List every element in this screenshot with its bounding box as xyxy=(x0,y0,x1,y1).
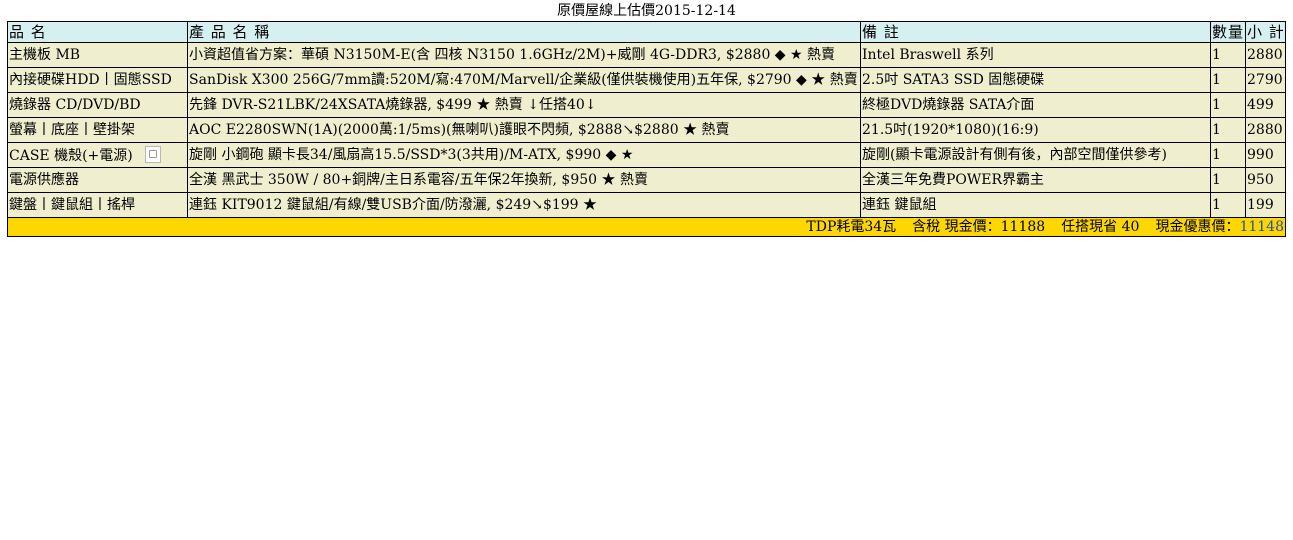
tax-cash-price: 含稅 現金價：11188 xyxy=(912,219,1046,235)
table-row: 主機板 MB 小資超值省方案：華碩 N3150M-E(含 四核 N3150 1.… xyxy=(7,42,1286,68)
page-title: 原價屋線上估價2015-12-14 xyxy=(557,3,736,19)
row-subtotal: 990 xyxy=(1245,142,1286,168)
row-category: 燒錄器 CD/DVD/BD xyxy=(7,92,188,118)
row-subtotal: 2880 xyxy=(1245,42,1286,68)
row-qty: 1 xyxy=(1210,92,1246,118)
header-category: 品 名 xyxy=(7,21,188,43)
row-note: 連鈺 鍵鼠組 xyxy=(860,192,1211,218)
row-note: 2.5吋 SATA3 SSD 固態硬碟 xyxy=(860,67,1211,93)
row-category: 內接硬碟HDD丨固態SSD xyxy=(7,67,188,93)
row-subtotal: 2790 xyxy=(1245,67,1286,93)
row-note: 21.5吋(1920*1080)(16:9) xyxy=(860,117,1211,143)
row-product: SanDisk X300 256G/7mm讀:520M/寫:470M/Marve… xyxy=(187,67,861,93)
row-qty: 1 xyxy=(1210,117,1246,143)
row-product: 旋剛 小鋼砲 顯卡長34/風扇高15.5/SSD*3(3共用)/M-ATX, $… xyxy=(187,142,861,168)
row-qty: 1 xyxy=(1210,167,1246,193)
row-subtotal: 950 xyxy=(1245,167,1286,193)
row-product: AOC E2280SWN(1A)(2000萬:1/5ms)(無喇叭)護眼不閃頻,… xyxy=(187,117,861,143)
row-note: 全漢三年免費POWER界霸主 xyxy=(860,167,1211,193)
row-category: 螢幕丨底座丨壁掛架 xyxy=(7,117,188,143)
row-category: CASE 機殼(+電源) xyxy=(9,148,133,164)
table-header-row: 品 名 產 品 名 稱 備 註 數量 小 計 xyxy=(7,21,1286,43)
row-product: 先鋒 DVR-S21LBK/24XSATA燒錄器, $499 ★ 熱賣 ↓任搭4… xyxy=(187,92,861,118)
tdp-label: TDP耗電34瓦 xyxy=(806,219,897,235)
table-row: CASE 機殼(+電源) 旋剛 小鋼砲 顯卡長34/風扇高15.5/SSD*3(… xyxy=(7,142,1286,168)
broken-image-icon[interactable] xyxy=(144,146,161,163)
row-category-cell: CASE 機殼(+電源) xyxy=(7,142,188,168)
table-row: 電源供應器 全漢 黑武士 350W / 80+銅牌/主日系電容/五年保2年換新,… xyxy=(7,167,1286,193)
total-cell: TDP耗電34瓦 含稅 現金價：11188 任搭現省 40 現金優惠價：11148 xyxy=(7,217,1286,237)
bundle-saving: 任搭現省 40 xyxy=(1061,219,1140,235)
cash-discount-label: 現金優惠價： xyxy=(1155,219,1240,235)
row-category: 電源供應器 xyxy=(7,167,188,193)
quote-table: 品 名 產 品 名 稱 備 註 數量 小 計 主機板 MB 小資超值省方案：華碩… xyxy=(7,21,1286,237)
row-product: 連鈺 KIT9012 鍵鼠組/有線/雙USB介面/防潑灑, $249↘$199 … xyxy=(187,192,861,218)
row-subtotal: 2880 xyxy=(1245,117,1286,143)
header-note: 備 註 xyxy=(860,21,1211,43)
header-product: 產 品 名 稱 xyxy=(187,21,861,43)
row-category: 主機板 MB xyxy=(7,42,188,68)
row-qty: 1 xyxy=(1210,67,1246,93)
cash-discount-value: 11148 xyxy=(1239,219,1284,235)
row-qty: 1 xyxy=(1210,42,1246,68)
row-category: 鍵盤丨鍵鼠組丨搖桿 xyxy=(7,192,188,218)
table-row: 螢幕丨底座丨壁掛架 AOC E2280SWN(1A)(2000萬:1/5ms)(… xyxy=(7,117,1286,143)
row-note: 終極DVD燒錄器 SATA介面 xyxy=(860,92,1211,118)
table-row: 鍵盤丨鍵鼠組丨搖桿 連鈺 KIT9012 鍵鼠組/有線/雙USB介面/防潑灑, … xyxy=(7,192,1286,218)
header-subtotal: 小 計 xyxy=(1245,21,1286,43)
row-qty: 1 xyxy=(1210,142,1246,168)
row-qty: 1 xyxy=(1210,192,1246,218)
row-note: 旋剛(顯卡電源設計有側有後，內部空間僅供參考) xyxy=(860,142,1211,168)
row-note: Intel Braswell 系列 xyxy=(860,42,1211,68)
header-qty: 數量 xyxy=(1210,21,1246,43)
total-row: TDP耗電34瓦 含稅 現金價：11188 任搭現省 40 現金優惠價：11148 xyxy=(7,217,1286,237)
table-row: 燒錄器 CD/DVD/BD 先鋒 DVR-S21LBK/24XSATA燒錄器, … xyxy=(7,92,1286,118)
row-subtotal: 499 xyxy=(1245,92,1286,118)
row-product: 小資超值省方案：華碩 N3150M-E(含 四核 N3150 1.6GHz/2M… xyxy=(187,42,861,68)
row-product: 全漢 黑武士 350W / 80+銅牌/主日系電容/五年保2年換新, $950 … xyxy=(187,167,861,193)
table-row: 內接硬碟HDD丨固態SSD SanDisk X300 256G/7mm讀:520… xyxy=(7,67,1286,93)
row-subtotal: 199 xyxy=(1245,192,1286,218)
